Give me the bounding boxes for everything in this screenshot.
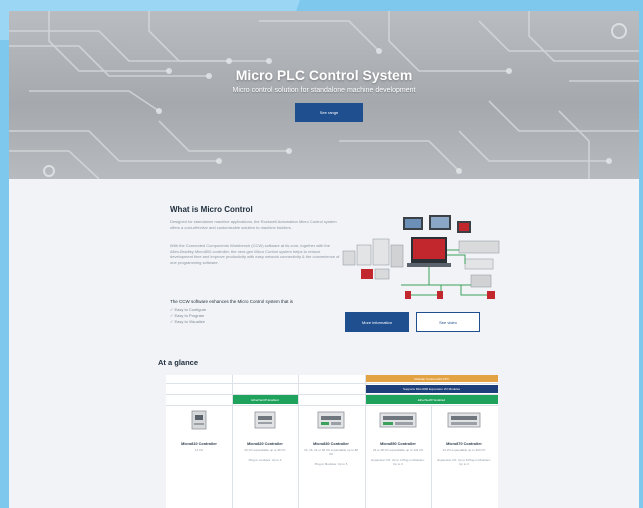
micro850-image	[379, 412, 417, 428]
micro820-image	[254, 411, 276, 429]
band-ethernet-ip-left: EtherNet/IP Enabled	[232, 395, 298, 404]
table-divider	[166, 394, 498, 395]
benefit-list: ✓ Easy to Configure ✓ Easy to Program ✓ …	[170, 307, 206, 325]
product-micro850[interactable]: Micro850 Controller 24 or 48 I/O expanda…	[365, 409, 431, 466]
benefit-item: ✓ Easy to Visualize	[170, 319, 205, 324]
micro830-image	[317, 411, 345, 429]
section-title-what-is: What is Micro Control	[170, 205, 253, 214]
product-detail: Expansion I/O: Up to 8 Plug-in Modules: …	[437, 458, 491, 466]
more-information-button[interactable]: More information	[345, 312, 409, 332]
hero-banner: Micro PLC Control System Micro control s…	[9, 11, 639, 179]
see-range-button[interactable]: See range	[295, 103, 363, 122]
product-detail: Plug-in modules: Up to 2	[248, 458, 282, 462]
web-page: Micro PLC Control System Micro control s…	[9, 11, 639, 508]
product-name: Micro820 Controller	[247, 442, 283, 446]
see-video-button[interactable]: See video	[416, 312, 480, 332]
product-micro810[interactable]: Micro810 Controller 12 I/O	[166, 409, 232, 452]
product-description: 24 or 48 I/O expandable up to 132 I/O	[372, 448, 424, 452]
product-name: Micro870 Controller	[446, 442, 482, 446]
circuit-board-background	[9, 11, 639, 179]
product-micro870[interactable]: Micro870 Controller 24 I/O expandable up…	[431, 409, 497, 466]
intro-paragraph: Designed for standalone machine applicat…	[170, 219, 337, 230]
product-micro830[interactable]: Micro830 Controller 10, 16, 24 or 48 I/O…	[298, 409, 364, 466]
band-ethernet-ip-right: EtherNet/IP Enabled	[365, 395, 498, 404]
product-micro820[interactable]: Micro820 Controller 20 I/O expandable up…	[232, 409, 298, 462]
product-detail: Plug-in Modules: Up to 5	[314, 462, 348, 466]
band-modular-pto: Modular Control with PTO	[365, 375, 498, 382]
product-name: Micro850 Controller	[380, 442, 416, 446]
enhance-heading: The CCW software enhances the Micro Cont…	[170, 299, 294, 304]
product-name: Micro810 Controller	[181, 442, 217, 446]
product-description: 24 I/O expandable up to 304 I/O	[442, 448, 486, 452]
hero-title: Micro PLC Control System	[235, 67, 413, 83]
table-divider	[166, 405, 498, 406]
section-title-at-a-glance: At a glance	[158, 358, 199, 367]
band-expansion-io: Supports Micro800 Expansion I/O Modules	[365, 385, 498, 393]
comparison-table: Modular Control with PTO Supports Micro8…	[166, 375, 498, 508]
product-description: 20 I/O expandable up to 36 I/O	[244, 448, 286, 452]
product-detail: Expansion I/O: Up to 4 Plug-in Modules: …	[371, 458, 425, 466]
micro870-image	[447, 412, 481, 428]
micro810-image	[191, 410, 207, 430]
ccw-paragraph: With the Connected Components Workbench …	[170, 243, 340, 265]
product-name: Micro830 Controller	[313, 442, 349, 446]
micro-control-system-illustration	[342, 215, 500, 299]
product-description: 10, 16, 24 or 48 I/O expandable up to 88…	[304, 448, 358, 456]
table-divider	[166, 383, 498, 384]
hero-subtitle: Micro control solution for standalone ma…	[232, 87, 416, 94]
product-description: 12 I/O	[194, 448, 204, 452]
